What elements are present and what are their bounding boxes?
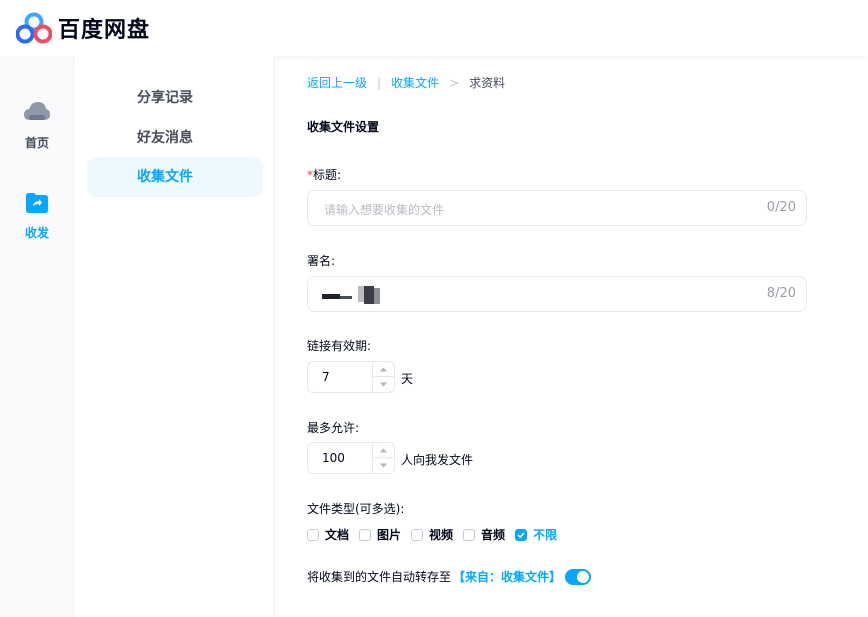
signature-label: 署名:: [307, 254, 336, 268]
decrement-button[interactable]: [373, 458, 394, 473]
logo[interactable]: 百度网盘: [15, 12, 151, 44]
signature-input[interactable]: 8/20: [307, 276, 807, 312]
title-label-text: 标题:: [313, 168, 342, 182]
baidu-netdisk-logo-icon: [15, 12, 53, 44]
signature-char-count: 8/20: [766, 286, 796, 301]
increment-button[interactable]: [373, 362, 394, 377]
checkbox[interactable]: [463, 528, 476, 541]
max-allowed-unit: 人向我发文件: [401, 453, 474, 467]
file-type-label: 音频: [481, 528, 506, 542]
validity-label: 链接有效期:: [307, 339, 372, 353]
app-title: 百度网盘: [58, 18, 151, 43]
checkbox-checked[interactable]: [515, 528, 528, 541]
rail-item-home[interactable]: 首页: [0, 100, 74, 151]
stepper-arrows: [372, 362, 394, 392]
checkbox[interactable]: [411, 528, 424, 541]
breadcrumb-current: 求资料: [469, 76, 506, 90]
title-placeholder: 请输入想要收集的文件: [324, 203, 445, 217]
increment-button[interactable]: [373, 443, 394, 458]
validity-value: 7: [322, 370, 330, 384]
validity-stepper[interactable]: 7: [307, 361, 395, 393]
max-allowed-label: 最多允许:: [307, 421, 360, 435]
title-char-count: 0/20: [766, 200, 796, 215]
top-header: 百度网盘: [0, 0, 868, 56]
decrement-button[interactable]: [373, 377, 394, 392]
checkbox[interactable]: [307, 528, 319, 541]
breadcrumb: 返回上一级 | 收集文件 > 求资料: [307, 74, 505, 91]
title-input[interactable]: 请输入想要收集的文件 0/20: [307, 190, 807, 226]
validity-unit: 天: [401, 372, 414, 386]
title-label: *标题:: [307, 166, 341, 183]
rail-item-label: 收发: [24, 226, 49, 240]
share-folder-icon: [25, 192, 49, 218]
file-type-label: 图片: [377, 528, 402, 542]
toggle-knob: [577, 570, 590, 583]
main-content: 返回上一级 | 收集文件 > 求资料 收集文件设置 *标题: 请输入想要收集的文…: [276, 56, 868, 617]
section-title: 收集文件设置: [307, 120, 380, 134]
file-types-group: 文档 图片 视频 音频 不限: [307, 526, 567, 543]
subnav-item-share-records[interactable]: 分享记录: [87, 78, 263, 118]
checkbox[interactable]: [359, 528, 372, 541]
subnav-item-collect-files[interactable]: 收集文件: [87, 157, 263, 197]
subnav-item-friend-messages[interactable]: 好友消息: [87, 118, 263, 158]
file-type-label: 视频: [429, 528, 454, 542]
max-allowed-value: 100: [322, 451, 345, 465]
file-type-label: 文档: [325, 528, 350, 542]
stepper-arrows: [372, 443, 394, 473]
signature-value-redacted: [322, 286, 392, 308]
file-type-images[interactable]: 图片: [359, 526, 401, 543]
file-type-label: 不限: [533, 528, 558, 542]
file-type-videos[interactable]: 视频: [411, 526, 453, 543]
auto-save-row: 将收集到的文件自动转存至 【来自：收集文件】: [307, 568, 592, 585]
rail-item-share[interactable]: 收发: [0, 192, 74, 241]
max-allowed-stepper[interactable]: 100: [307, 442, 395, 474]
cloud-icon: [23, 100, 51, 128]
breadcrumb-parent-link[interactable]: 收集文件: [391, 74, 439, 91]
auto-save-label: 将收集到的文件自动转存至: [307, 570, 452, 584]
secondary-nav: 分享记录 好友消息 收集文件: [75, 56, 275, 617]
breadcrumb-divider: |: [377, 75, 382, 90]
file-type-audio[interactable]: 音频: [463, 526, 505, 543]
file-type-documents[interactable]: 文档: [307, 526, 349, 543]
file-type-unlimited[interactable]: 不限: [515, 526, 557, 543]
auto-save-target: 【来自：收集文件】: [453, 570, 562, 584]
breadcrumb-arrow: >: [449, 75, 460, 90]
auto-save-toggle[interactable]: [565, 568, 592, 585]
rail-item-label: 首页: [24, 136, 49, 150]
left-rail: 首页 收发: [0, 56, 74, 617]
file-types-label: 文件类型(可多选):: [307, 502, 405, 516]
breadcrumb-back-link[interactable]: 返回上一级: [307, 74, 367, 91]
